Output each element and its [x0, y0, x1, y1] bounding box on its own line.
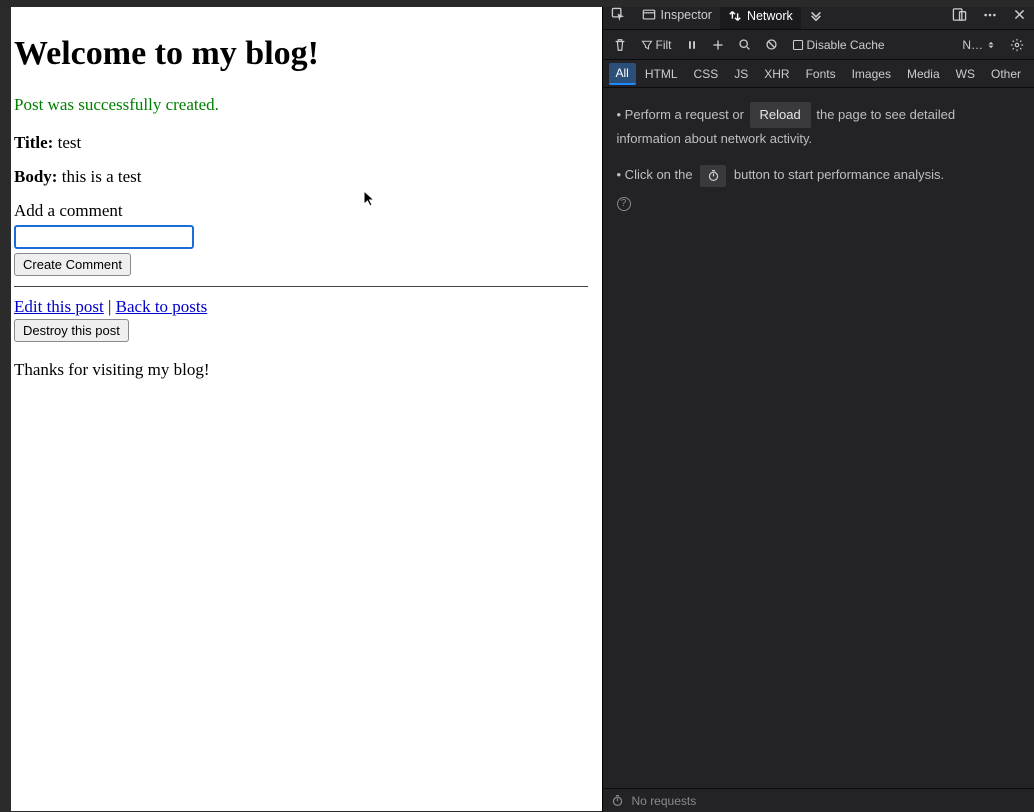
filter-html[interactable]: HTML — [638, 64, 685, 84]
post-actions-row: Edit this post | Back to posts — [14, 297, 588, 317]
filter-other[interactable]: Other — [984, 64, 1028, 84]
filter-xhr[interactable]: XHR — [757, 64, 796, 84]
title-value: test — [58, 133, 82, 152]
hint-text: button to start performance analysis. — [734, 167, 944, 182]
filter-placeholder: Filt — [656, 38, 672, 52]
flash-message: Post was successfully created. — [14, 95, 588, 115]
filter-images[interactable]: Images — [845, 64, 898, 84]
filter-ws[interactable]: WS — [949, 64, 982, 84]
filter-all[interactable]: All — [609, 63, 636, 85]
hint-text: • Perform a request or — [617, 107, 744, 122]
disable-cache-toggle[interactable]: Disable Cache — [786, 34, 891, 56]
block-icon[interactable] — [759, 34, 784, 56]
body-row: Body: this is a test — [14, 167, 588, 187]
footer-text: Thanks for visiting my blog! — [14, 360, 588, 380]
stopwatch-icon — [611, 794, 624, 807]
back-to-posts-link[interactable]: Back to posts — [116, 297, 208, 316]
throttle-label: N… — [962, 38, 983, 52]
settings-icon[interactable] — [1004, 34, 1030, 56]
create-comment-button[interactable]: Create Comment — [14, 253, 131, 276]
page-heading: Welcome to my blog! — [14, 35, 588, 73]
stopwatch-icon[interactable] — [700, 165, 726, 187]
left-gutter — [0, 7, 11, 812]
status-text: No requests — [632, 794, 697, 808]
window-titlebar — [0, 0, 1034, 7]
filter-media[interactable]: Media — [900, 64, 947, 84]
link-separator: | — [108, 297, 111, 316]
comment-label: Add a comment — [14, 201, 588, 221]
edit-post-link[interactable]: Edit this post — [14, 297, 104, 316]
filter-css[interactable]: CSS — [687, 64, 726, 84]
search-icon[interactable] — [732, 34, 757, 56]
help-icon[interactable]: ? — [617, 197, 631, 211]
destroy-post-button[interactable]: Destroy this post — [14, 319, 129, 342]
network-statusbar: No requests — [603, 788, 1034, 812]
divider — [14, 286, 588, 287]
devtools-panel: Inspector Network — [602, 0, 1034, 812]
network-empty-body: • Perform a request or Reload the page t… — [603, 88, 1034, 788]
title-label: Title: — [14, 133, 53, 152]
filter-input[interactable]: Filt — [635, 34, 678, 56]
disable-cache-label: Disable Cache — [807, 38, 885, 52]
hint-request: • Perform a request or Reload the page t… — [617, 102, 1020, 150]
filter-fonts[interactable]: Fonts — [799, 64, 843, 84]
filter-js[interactable]: JS — [727, 64, 755, 84]
body-value: this is a test — [62, 167, 142, 186]
tab-inspector-label: Inspector — [661, 8, 712, 22]
body-label: Body: — [14, 167, 57, 186]
network-toolbar: Filt Disable Cache N… — [603, 30, 1034, 60]
reload-button[interactable]: Reload — [750, 102, 811, 128]
add-icon[interactable] — [706, 34, 730, 56]
comment-input[interactable] — [14, 225, 194, 249]
title-row: Title: test — [14, 133, 588, 153]
pause-icon[interactable] — [680, 34, 704, 56]
hint-text: • Click on the — [617, 167, 693, 182]
tab-network-label: Network — [747, 9, 793, 23]
throttle-select[interactable]: N… — [956, 34, 1002, 56]
hint-performance: • Click on the button to start performan… — [617, 164, 1020, 187]
clear-icon[interactable] — [607, 34, 633, 56]
network-filters: All HTML CSS JS XHR Fonts Images Media W… — [603, 60, 1034, 88]
page-content: Welcome to my blog! Post was successfull… — [0, 7, 602, 811]
